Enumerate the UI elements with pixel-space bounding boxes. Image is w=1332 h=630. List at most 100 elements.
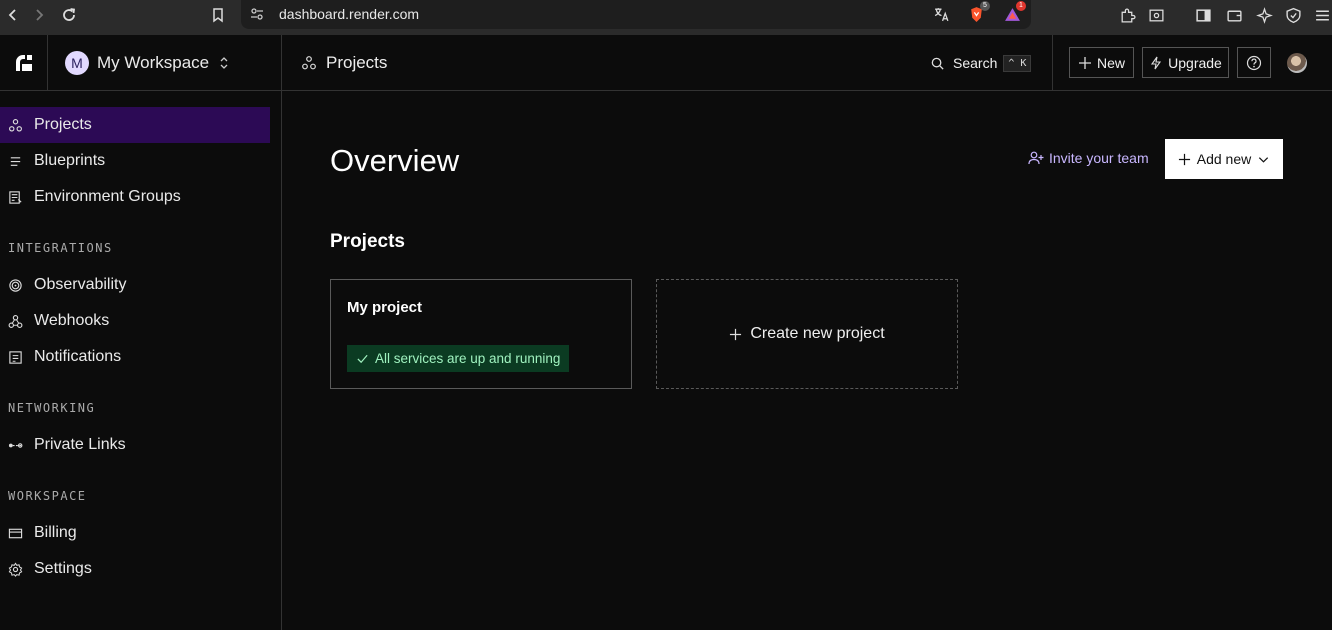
search-icon xyxy=(931,57,944,70)
projects-icon xyxy=(9,118,22,131)
sidebar-item-label: Observability xyxy=(34,276,127,293)
project-name: My project xyxy=(347,299,423,316)
page-title: Overview xyxy=(330,143,460,178)
workspace-heading: WORKSPACE xyxy=(8,489,87,503)
sidebar-item-label: Settings xyxy=(34,560,92,577)
sidebar-item-label: Projects xyxy=(34,116,92,133)
help-button[interactable] xyxy=(1237,47,1271,78)
sidebar: Projects Blueprints Environment Groups I… xyxy=(0,91,282,630)
new-button[interactable]: New xyxy=(1069,47,1134,78)
sidebar-item-projects[interactable]: Projects xyxy=(0,107,270,143)
search-label: Search xyxy=(953,55,998,71)
wallet-button[interactable] xyxy=(1224,5,1244,25)
search-shortcut: ^ K xyxy=(1003,54,1032,72)
sparkle-icon xyxy=(1255,6,1273,24)
sidebar-item-label: Environment Groups xyxy=(34,188,181,205)
project-card[interactable]: My project All services are up and runni… xyxy=(330,279,632,389)
brave-rewards-button[interactable]: 1 xyxy=(1002,1,1026,24)
brave-shields-button[interactable]: 5 xyxy=(966,1,990,24)
sidebar-item-notifications[interactable]: Notifications xyxy=(0,339,270,375)
bookmark-button[interactable] xyxy=(207,5,229,25)
back-arrow-icon xyxy=(8,9,16,21)
networking-heading: NETWORKING xyxy=(8,401,96,415)
reload-button[interactable] xyxy=(58,5,80,25)
private-links-icon xyxy=(8,442,23,448)
sidebar-item-settings[interactable]: Settings xyxy=(0,551,270,587)
bookmark-icon xyxy=(213,8,223,23)
translate-button[interactable] xyxy=(931,4,951,24)
question-mark-icon xyxy=(1246,55,1262,70)
main-content: Overview Invite your team Add new Projec… xyxy=(283,91,1332,630)
invite-team-label: Invite your team xyxy=(1049,150,1149,166)
forward-button[interactable] xyxy=(28,5,50,25)
sidebar-item-blueprints[interactable]: Blueprints xyxy=(0,143,270,179)
translate-icon xyxy=(934,7,948,21)
sidebar-item-label: Notifications xyxy=(34,348,122,365)
webhooks-icon xyxy=(8,314,23,328)
browser-toolbar: dashboard.render.com 5 1 xyxy=(0,0,1332,35)
sidebar-item-private-links[interactable]: Private Links xyxy=(0,427,270,463)
sidebar-panel-icon xyxy=(1195,8,1211,22)
sidebar-item-billing[interactable]: Billing xyxy=(0,515,270,551)
workspace-switcher[interactable]: M My Workspace xyxy=(48,35,282,90)
hamburger-menu-icon xyxy=(1315,10,1329,20)
chevron-down-icon xyxy=(1259,156,1269,163)
extensions-button[interactable] xyxy=(1117,5,1137,25)
projects-icon xyxy=(302,55,316,69)
add-user-icon xyxy=(1028,151,1044,165)
plus-icon xyxy=(1178,153,1190,165)
leo-ai-button[interactable] xyxy=(1254,5,1274,25)
settings-icon xyxy=(8,561,23,577)
breadcrumb-title: Projects xyxy=(326,52,388,72)
plus-icon xyxy=(1078,56,1091,69)
browser-menu-button[interactable] xyxy=(1312,5,1332,25)
puzzle-icon xyxy=(1121,8,1135,23)
lightning-icon xyxy=(1151,56,1162,69)
sidebar-item-label: Billing xyxy=(34,524,77,541)
upgrade-button[interactable]: Upgrade xyxy=(1142,47,1229,78)
address-bar[interactable]: dashboard.render.com 5 1 xyxy=(241,0,1031,29)
sidebar-toggle-button[interactable] xyxy=(1193,5,1213,25)
notifications-icon xyxy=(9,350,22,364)
reader-button[interactable] xyxy=(1146,5,1166,25)
header-divider xyxy=(1052,35,1053,90)
user-avatar[interactable] xyxy=(1287,53,1307,73)
sidebar-item-label: Blueprints xyxy=(34,152,106,169)
reader-mode-icon xyxy=(1148,9,1164,21)
plus-icon xyxy=(730,328,742,340)
search-button[interactable]: Search ^ K xyxy=(930,52,1032,74)
chevron-up-down-icon xyxy=(220,56,228,69)
add-new-button[interactable]: Add new xyxy=(1165,139,1283,179)
billing-icon xyxy=(8,528,23,538)
rewards-badge: 1 xyxy=(1016,1,1026,11)
create-new-project-button[interactable]: Create new project xyxy=(656,279,958,389)
invite-team-button[interactable]: Invite your team xyxy=(1028,150,1149,166)
new-button-label: New xyxy=(1096,54,1125,71)
sidebar-item-environment-groups[interactable]: Environment Groups xyxy=(0,179,270,215)
shields-badge: 5 xyxy=(980,1,990,11)
status-badge: All services are up and running xyxy=(347,345,570,372)
sidebar-item-label: Webhooks xyxy=(34,312,110,329)
render-logo[interactable] xyxy=(0,35,48,90)
sidebar-item-observability[interactable]: Observability xyxy=(0,267,270,303)
render-logo-icon xyxy=(15,54,32,71)
projects-section-heading: Projects xyxy=(330,231,405,252)
workspace-avatar: M xyxy=(65,50,89,75)
status-text: All services are up and running xyxy=(375,351,561,366)
workspace-name: My Workspace xyxy=(97,52,210,72)
site-settings-icon[interactable] xyxy=(249,6,265,22)
back-button[interactable] xyxy=(2,5,24,25)
url-text: dashboard.render.com xyxy=(279,6,420,22)
shield-icon xyxy=(1285,7,1301,23)
vpn-button[interactable] xyxy=(1283,5,1303,25)
create-project-label: Create new project xyxy=(750,325,885,342)
forward-arrow-icon xyxy=(36,9,44,21)
sidebar-item-webhooks[interactable]: Webhooks xyxy=(0,303,270,339)
blueprints-icon xyxy=(10,156,21,166)
reload-icon xyxy=(63,8,76,21)
wallet-icon xyxy=(1226,10,1242,22)
sidebar-item-label: Private Links xyxy=(34,436,126,453)
integrations-heading: INTEGRATIONS xyxy=(8,241,113,255)
observability-icon xyxy=(9,278,22,292)
app-header: M My Workspace Projects Search ^ K New U… xyxy=(0,35,1332,91)
